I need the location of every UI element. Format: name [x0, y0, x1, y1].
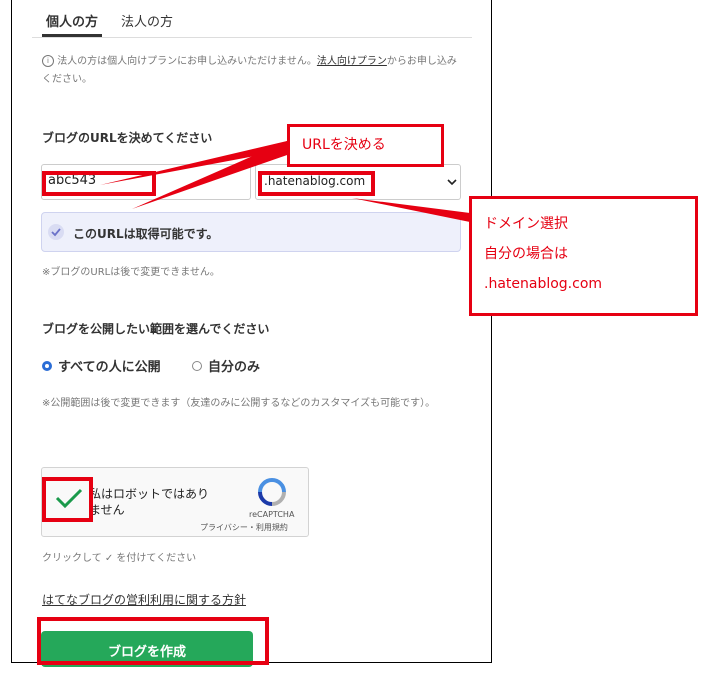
domain-callout-line-3: .hatenablog.com: [484, 276, 603, 292]
domain-callout-arrow: [352, 198, 470, 222]
url-callout: URLを決める: [287, 124, 444, 167]
domain-callout: ドメイン選択 自分の場合は .hatenablog.com: [469, 196, 698, 316]
annotation-arrows: [100, 141, 470, 222]
domain-callout-line-2: 自分の場合は: [484, 246, 568, 262]
domain-callout-line-1: ドメイン選択: [484, 216, 568, 232]
